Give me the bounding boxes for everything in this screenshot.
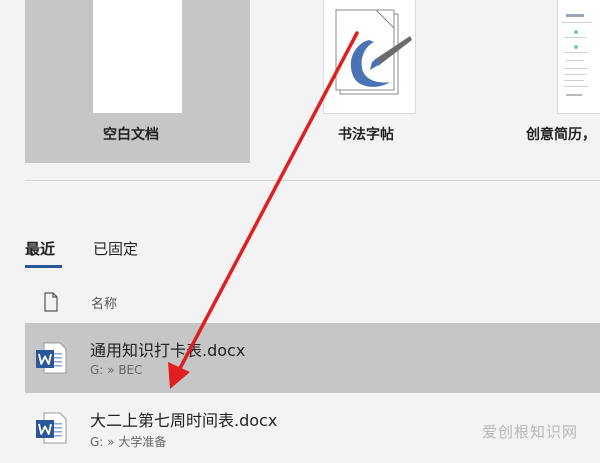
column-header-name[interactable]: 名称 — [91, 293, 117, 312]
section-divider — [25, 180, 600, 181]
template-calligraphy[interactable] — [324, 0, 415, 113]
template-creative-resume[interactable] — [558, 0, 600, 113]
tab-recent[interactable]: 最近 — [25, 238, 55, 259]
template-blank-document[interactable]: 空白文档 — [25, 0, 250, 163]
active-tab-indicator — [25, 265, 62, 268]
template-label: 空白文档 — [103, 127, 159, 143]
blank-page-thumbnail — [93, 0, 182, 113]
resume-thumbnail — [562, 14, 592, 96]
tab-pinned[interactable]: 已固定 — [93, 238, 138, 259]
template-label: 创意简历， — [526, 127, 596, 143]
calligraphy-brush-icon — [335, 9, 412, 95]
template-label: 书法字帖 — [338, 127, 394, 143]
file-path: G: » BEC — [90, 363, 143, 377]
file-name: 通用知识打卡表.docx — [90, 341, 246, 360]
file-path: G: » 大学准备 — [90, 435, 167, 449]
word-doc-icon — [34, 341, 68, 379]
file-name: 大二上第七周时间表.docx — [90, 411, 278, 430]
watermark: 爱创根知识网 — [481, 423, 578, 441]
document-icon — [43, 292, 59, 316]
word-doc-icon — [34, 411, 68, 449]
recent-file-row[interactable]: 通用知识打卡表.docx G: » BEC — [25, 323, 600, 393]
